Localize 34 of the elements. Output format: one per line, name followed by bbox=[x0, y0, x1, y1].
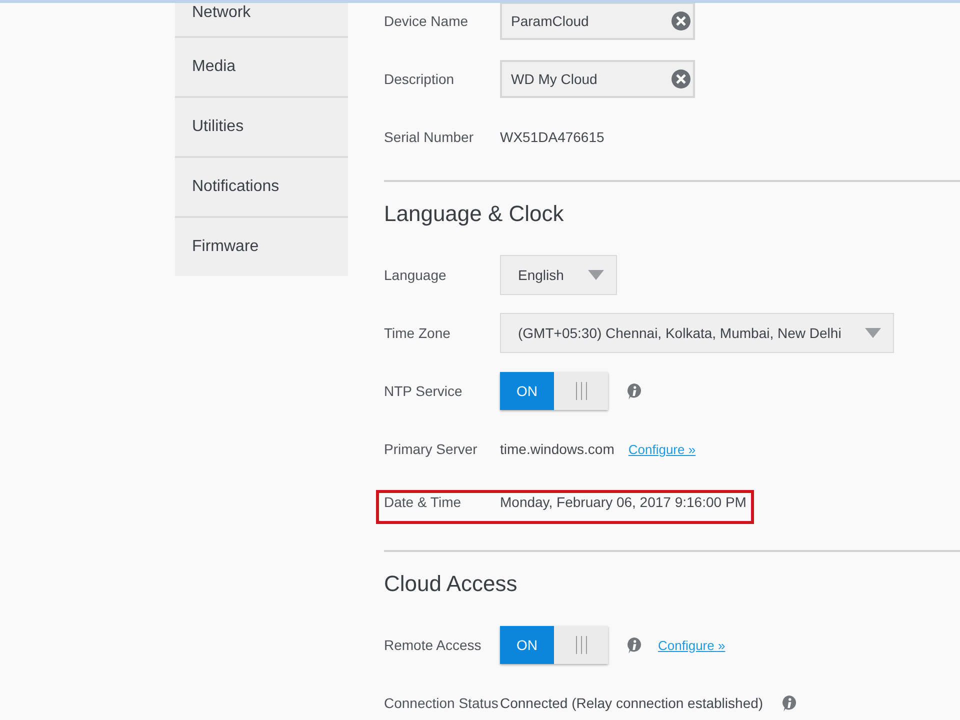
toggle-switch[interactable]: ON bbox=[500, 372, 608, 410]
sidebar-item[interactable]: Notifications bbox=[175, 158, 348, 218]
info-icon[interactable] bbox=[626, 636, 642, 654]
field-label: Date & Time bbox=[384, 494, 462, 510]
field-label: Device Name bbox=[384, 13, 470, 29]
info-icon[interactable] bbox=[626, 382, 642, 400]
toggle-switch[interactable]: ON bbox=[500, 626, 608, 664]
field-label: Language bbox=[384, 267, 448, 283]
input-field[interactable]: WD My Cloud bbox=[500, 60, 695, 98]
field-value: WX51DA476615 bbox=[500, 129, 604, 145]
field-value: Monday, February 06, 2017 9:16:00 PM bbox=[500, 494, 746, 510]
sidebar-item[interactable]: Firmware bbox=[175, 218, 348, 276]
caret-icon bbox=[865, 328, 882, 338]
field-label: Time Zone bbox=[384, 325, 452, 341]
field-label: Serial Number bbox=[384, 129, 474, 145]
dropdown[interactable]: (GMT+05:30) Chennai, Kolkata, Mumbai, New Delhi bbox=[500, 313, 894, 353]
caret-icon bbox=[588, 270, 604, 280]
section-heading: Language & Clock bbox=[384, 200, 565, 228]
clear-icon[interactable] bbox=[671, 69, 691, 89]
field-label: Connection Status bbox=[384, 695, 500, 711]
info-icon[interactable] bbox=[781, 694, 798, 712]
input-field[interactable]: ParamCloud bbox=[500, 3, 695, 40]
clear-icon[interactable] bbox=[671, 11, 691, 31]
dropdown[interactable]: English bbox=[500, 255, 617, 295]
field-value: Connected (Relay connection established) bbox=[500, 695, 764, 711]
field-label: Primary Server bbox=[384, 441, 478, 457]
sidebar-item[interactable]: Media bbox=[175, 38, 348, 98]
section-heading: Cloud Access bbox=[384, 570, 518, 598]
field-value: time.windows.com bbox=[500, 441, 614, 457]
field-label: Description bbox=[384, 71, 456, 87]
field-label: NTP Service bbox=[384, 383, 464, 399]
field-label: Remote Access bbox=[384, 637, 482, 653]
sidebar-item[interactable]: Utilities bbox=[175, 98, 348, 158]
sidebar-item[interactable]: Network bbox=[175, 3, 348, 38]
